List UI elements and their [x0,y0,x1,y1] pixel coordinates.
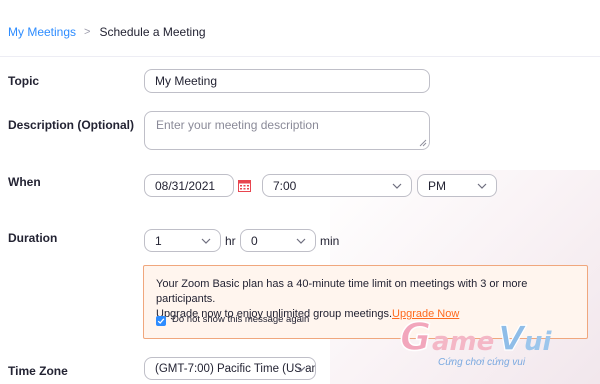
chevron-down-icon [392,183,402,189]
topic-input-value: My Meeting [155,74,218,88]
minutes-unit-label: min [320,234,340,248]
chevron-down-icon [201,238,211,244]
when-label: When [8,175,41,189]
resize-grip-icon[interactable] [419,139,427,147]
duration-hours-select[interactable]: 1 [144,229,221,252]
svg-text:G: G [400,315,431,359]
date-value: 08/31/2021 [155,178,216,193]
chevron-down-icon [296,366,306,372]
timezone-value: (GMT-7:00) Pacific Time (US and Canada) [155,362,315,375]
calendar-icon[interactable] [238,179,251,192]
notice-line-1: Your Zoom Basic plan has a 40-minute tim… [156,278,528,305]
watermark-tagline: Cứng chơi cứng vui [438,357,526,368]
ampm-value: PM [428,178,446,193]
breadcrumb-separator: > [84,26,91,38]
svg-text:V: V [498,319,527,359]
topic-input[interactable]: My Meeting [144,69,430,93]
do-not-show-label[interactable]: Do not show this message again [172,314,309,325]
timezone-select[interactable]: (GMT-7:00) Pacific Time (US and Canada) [144,357,316,380]
chevron-down-icon [296,238,306,244]
breadcrumb-current: Schedule a Meeting [99,25,206,39]
duration-hours-value: 1 [155,233,162,248]
topic-label: Topic [8,74,40,88]
date-input[interactable]: 08/31/2021 [144,174,234,197]
hours-unit-label: hr [225,234,236,248]
duration-minutes-select[interactable]: 0 [240,229,316,252]
time-value: 7:00 [273,178,297,193]
breadcrumb-my-meetings-link[interactable]: My Meetings [8,25,76,39]
duration-label: Duration [8,231,58,245]
svg-text:ui: ui [524,327,553,357]
ampm-select[interactable]: PM [417,174,497,197]
description-placeholder: Enter your meeting description [156,118,319,132]
timezone-label: Time Zone [8,364,68,378]
description-textarea[interactable]: Enter your meeting description [144,111,430,150]
do-not-show-checkbox[interactable] [156,316,166,326]
breadcrumb: My Meetings > Schedule a Meeting [8,25,206,39]
duration-minutes-value: 0 [251,233,258,248]
svg-text:ame: ame [432,327,494,357]
time-select[interactable]: 7:00 [262,174,412,197]
description-label: Description (Optional) [8,118,134,132]
checkmark-icon [157,318,165,324]
chevron-down-icon [477,183,487,189]
header-divider [0,56,600,57]
